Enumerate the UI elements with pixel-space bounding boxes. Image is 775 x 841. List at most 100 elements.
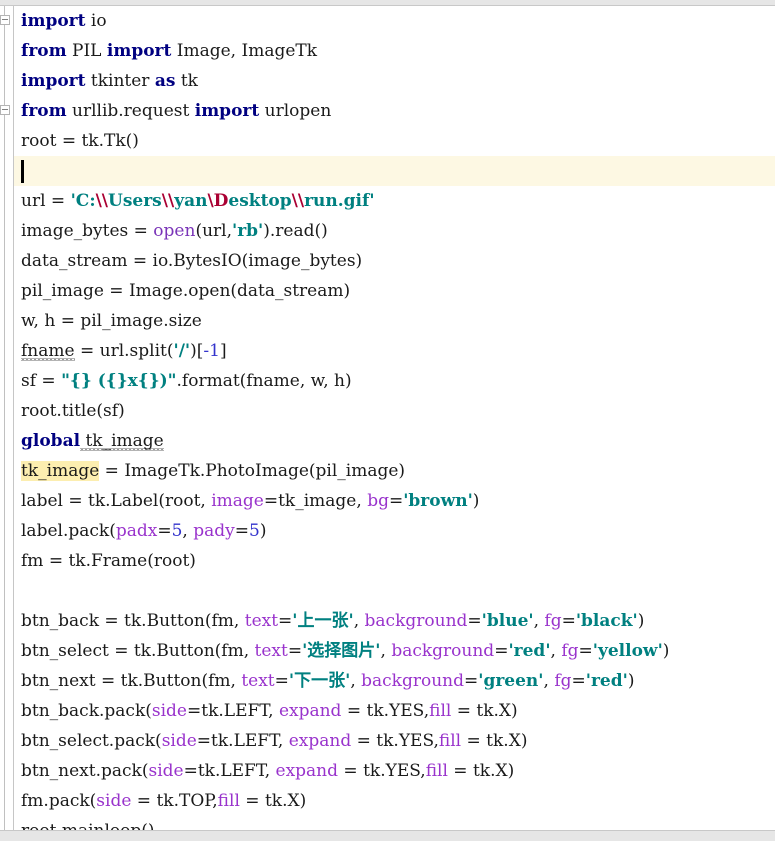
code-token: = [234, 521, 249, 541]
code-token: tk_image [21, 461, 100, 481]
code-line[interactable]: fm.pack(side = tk.TOP,fill = tk.X) [14, 786, 775, 816]
code-line[interactable]: from urllib.request import urlopen [14, 96, 775, 126]
code-token: '/' [173, 341, 191, 361]
code-token: side [161, 731, 197, 751]
editor-body: import io from PIL import Image, ImageTk i… [0, 6, 775, 830]
code-token: pil_image = Image.open(data_stream) [21, 281, 351, 301]
code-token: ).read() [263, 221, 328, 241]
code-line[interactable]: ​ [14, 156, 775, 186]
code-token: url = [21, 191, 71, 211]
code-token: root.title(sf) [21, 401, 125, 421]
code-token: label.pack( [21, 521, 116, 541]
code-token: 'red' [585, 671, 628, 691]
fold-minus-icon[interactable] [0, 15, 11, 26]
code-token: \\ [161, 191, 175, 211]
code-token: btn_select = tk.Button(fm, [21, 641, 255, 661]
code-token: = tk.TOP, [131, 791, 218, 811]
code-line[interactable]: root.mainloop() [14, 816, 775, 830]
code-line[interactable]: sf = "{} ({}x{})".format(fname, w, h) [14, 366, 775, 396]
code-line[interactable]: btn_back = tk.Button(fm, text='上一张', bac… [14, 606, 775, 636]
code-token: 'black' [575, 611, 638, 631]
code-token: sf = [21, 371, 62, 391]
code-token: btn_back.pack( [21, 701, 152, 721]
code-token: = tk.X) [451, 701, 518, 721]
code-token: =tk.LEFT, [196, 731, 289, 751]
code-line[interactable]: data_stream = io.BytesIO(image_bytes) [14, 246, 775, 276]
code-token: = [287, 641, 303, 661]
code-token: from [21, 41, 67, 61]
code-token: import [106, 41, 172, 61]
code-token: = tk.YES, [338, 761, 426, 781]
code-token: urlopen [259, 101, 332, 121]
code-line[interactable]: root.title(sf) [14, 396, 775, 426]
code-token: = [157, 521, 172, 541]
code-token: import [21, 11, 86, 31]
code-token: background [361, 671, 464, 691]
code-token: w, h = pil_image.size [21, 311, 202, 331]
code-token: expand [275, 761, 339, 781]
code-token: fg [554, 671, 572, 691]
code-token: \\ [95, 191, 109, 211]
code-token: )[ [190, 341, 204, 361]
code-token: , [533, 611, 545, 631]
code-token: expand [288, 731, 352, 751]
code-token: Users [108, 191, 162, 211]
code-token: btn_select.pack( [21, 731, 162, 751]
code-line[interactable]: fm = tk.Frame(root) [14, 546, 775, 576]
code-token: fm = tk.Frame(root) [21, 551, 196, 571]
code-token: = [561, 611, 576, 631]
code-token: side [151, 701, 187, 721]
code-line[interactable]: url = 'C:\\Users\\yan\Desktop\\run.gif' [14, 186, 775, 216]
code-line[interactable]: btn_back.pack(side=tk.LEFT, expand = tk.… [14, 696, 775, 726]
code-token: = [274, 671, 289, 691]
code-token: run.gif' [304, 191, 375, 211]
code-line[interactable]: pil_image = Image.open(data_stream) [14, 276, 775, 306]
code-line[interactable]: fname = url.split('/')[-1] [14, 336, 775, 366]
code-token: 'yellow' [592, 641, 663, 661]
gutter-rule [4, 6, 5, 830]
code-line[interactable]: root = tk.Tk() [14, 126, 775, 156]
code-token: '选择图片' [302, 641, 381, 661]
code-token: ) [662, 641, 670, 661]
code-line[interactable]: btn_select = tk.Button(fm, text='选择图片', … [14, 636, 775, 666]
code-line[interactable]: global tk_image [14, 426, 775, 456]
code-token: fill [425, 761, 448, 781]
code-line[interactable]: btn_next.pack(side=tk.LEFT, expand = tk.… [14, 756, 775, 786]
code-editor: import io from PIL import Image, ImageTk i… [0, 0, 775, 841]
code-line[interactable]: w, h = pil_image.size [14, 306, 775, 336]
code-line[interactable]: tk_image = ImageTk.PhotoImage(pil_image) [14, 456, 775, 486]
text-caret [21, 160, 24, 183]
code-token: ) [472, 491, 480, 511]
code-line[interactable]: label = tk.Label(root, image=tk_image, b… [14, 486, 775, 516]
fold-box [0, 105, 10, 115]
code-token: = [467, 611, 482, 631]
code-token: (url, [195, 221, 232, 241]
code-token: background [364, 611, 468, 631]
code-line[interactable]: from PIL import Image, ImageTk [14, 36, 775, 66]
code-token: as [154, 71, 176, 91]
code-token: data_stream = io.BytesIO(image_bytes) [21, 251, 363, 271]
code-token: =tk.LEFT, [187, 701, 279, 721]
code-token: = ImageTk.PhotoImage(pil_image) [99, 461, 406, 481]
code-token: = [278, 611, 293, 631]
code-token: image_bytes = [21, 221, 154, 241]
code-token: 'green' [478, 671, 544, 691]
code-line[interactable]: label.pack(padx=5, pady=5) [14, 516, 775, 546]
code-line[interactable]: import io [14, 6, 775, 36]
code-token: bg [367, 491, 389, 511]
code-token: = tk.X) [461, 731, 528, 751]
code-token: "{} ({}x{})" [61, 371, 177, 391]
fold-gutter[interactable] [0, 6, 13, 830]
code-token: io [85, 11, 107, 31]
fold-minus-icon[interactable] [0, 105, 11, 116]
code-line[interactable]: btn_select.pack(side=tk.LEFT, expand = t… [14, 726, 775, 756]
code-line[interactable]: image_bytes = open(url,'rb').read() [14, 216, 775, 246]
code-token: text [254, 641, 288, 661]
code-token: , [182, 521, 194, 541]
code-line[interactable]: ​ [14, 576, 775, 606]
fold-box [0, 15, 10, 25]
code-line[interactable]: import tkinter as tk [14, 66, 775, 96]
code-text-area[interactable]: import io from PIL import Image, ImageTk i… [14, 6, 775, 830]
code-token: = tk.YES, [351, 731, 439, 751]
code-line[interactable]: btn_next = tk.Button(fm, text='下一张', bac… [14, 666, 775, 696]
